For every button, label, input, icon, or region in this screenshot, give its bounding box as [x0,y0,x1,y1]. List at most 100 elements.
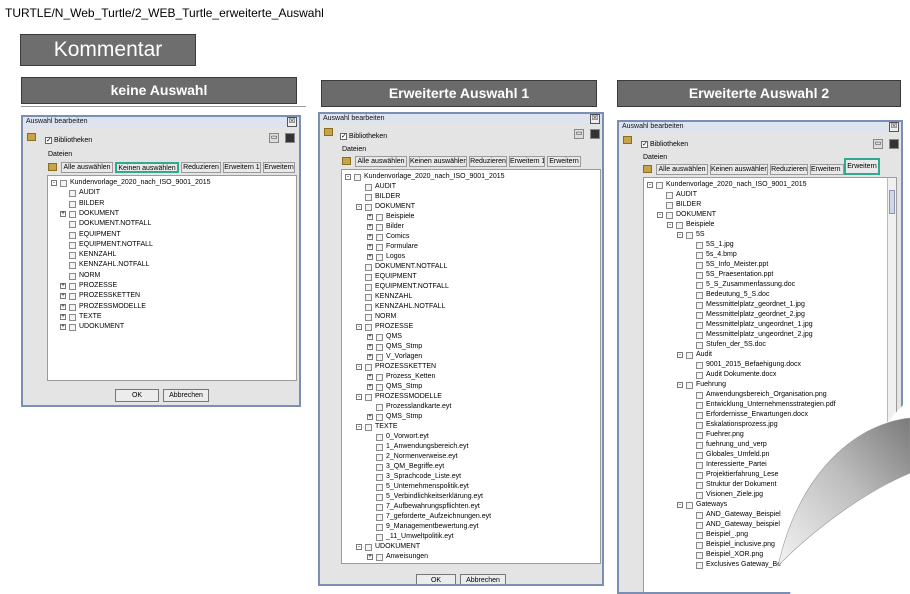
tree-checkbox[interactable] [686,502,693,509]
select-all-button[interactable]: Alle auswählen [656,164,708,175]
tree-checkbox[interactable] [696,442,703,449]
tree-checkbox[interactable] [376,434,383,441]
expand1-button[interactable]: Erweitern 1 [810,164,844,175]
close-icon[interactable]: ☒ [287,117,297,127]
expand-icon[interactable]: + [367,254,373,260]
collapse-icon[interactable]: - [647,182,653,188]
tree-checkbox[interactable] [376,554,383,561]
close-icon[interactable]: ☒ [590,114,600,124]
collapse-icon[interactable]: - [657,212,663,218]
collapse-icon[interactable]: - [51,180,57,186]
expand-button[interactable]: Erweitern [263,162,295,173]
save-icon[interactable] [590,129,600,139]
tree-checkbox[interactable] [376,254,383,261]
tree-checkbox[interactable] [69,190,76,198]
collapse-icon[interactable]: - [356,364,362,370]
tree-checkbox[interactable] [365,274,372,281]
tree-checkbox[interactable] [696,432,703,439]
tree-checkbox[interactable] [69,262,76,270]
tree-checkbox[interactable] [376,384,383,391]
collapse-icon[interactable]: - [667,222,673,228]
tree-checkbox[interactable] [696,392,703,399]
tree-checkbox[interactable] [365,284,372,291]
tree-checkbox[interactable] [696,452,703,459]
expand-icon[interactable]: + [60,324,66,331]
tree-checkbox[interactable] [666,192,673,199]
tree-checkbox[interactable] [376,344,383,351]
folder-open-icon[interactable]: ▭ [873,139,883,149]
tree-checkbox[interactable] [696,472,703,479]
select-all-button[interactable]: Alle auswählen [61,162,113,173]
expand-icon[interactable]: + [60,303,66,310]
collapse-icon[interactable]: - [356,394,362,400]
save-icon[interactable] [889,139,899,149]
bibliotheken-checkbox[interactable]: ✓ [641,141,648,148]
collapse-icon[interactable]: - [356,204,362,210]
expand-button[interactable]: Erweitern [844,158,880,175]
tree-checkbox[interactable] [365,314,372,321]
tree-checkbox[interactable] [365,294,372,301]
tree-checkbox[interactable] [376,514,383,521]
tree-checkbox[interactable] [666,212,673,219]
expand-icon[interactable]: + [60,210,66,217]
tree-checkbox[interactable] [365,184,372,191]
tree-checkbox[interactable] [696,342,703,349]
tree-checkbox[interactable] [696,332,703,339]
ok-button[interactable]: OK [115,389,159,402]
tree-checkbox[interactable] [376,504,383,511]
collapse-icon[interactable]: - [356,424,362,430]
tree-checkbox[interactable] [376,224,383,231]
tree-checkbox[interactable] [376,354,383,361]
tree-checkbox[interactable] [376,244,383,251]
tree-checkbox[interactable] [60,180,67,187]
tree-checkbox[interactable] [696,522,703,529]
tree-checkbox[interactable] [696,262,703,269]
expand1-button[interactable]: Erweitern 1 [509,156,545,167]
reduce-button[interactable]: Reduzieren [469,156,507,167]
tree-checkbox[interactable] [696,282,703,289]
tree-checkbox[interactable] [376,234,383,241]
expand-icon[interactable]: + [367,334,373,340]
collapse-icon[interactable]: - [677,382,683,388]
tree-checkbox[interactable] [656,182,663,189]
tree-checkbox[interactable] [376,464,383,471]
expand-icon[interactable]: + [60,313,66,320]
tree-checkbox[interactable] [376,334,383,341]
tree-checkbox[interactable] [376,404,383,411]
tree-checkbox[interactable] [69,324,76,332]
tree-checkbox[interactable] [696,482,703,489]
tree-checkbox[interactable] [376,534,383,541]
tree-checkbox[interactable] [365,424,372,431]
tree-checkbox[interactable] [696,542,703,549]
expand-icon[interactable]: + [367,234,373,240]
scrollbar-thumb[interactable] [889,190,895,214]
tree-checkbox[interactable] [666,202,673,209]
ok-button[interactable]: OK [416,574,456,584]
tree-checkbox[interactable] [376,454,383,461]
collapse-icon[interactable]: - [345,174,351,180]
expand-icon[interactable]: + [367,384,373,390]
collapse-icon[interactable]: - [356,544,362,550]
tree-checkbox[interactable] [686,232,693,239]
tree-checkbox[interactable] [69,272,76,280]
tree-checkbox[interactable] [696,552,703,559]
tree-checkbox[interactable] [69,210,76,218]
tree-checkbox[interactable] [696,362,703,369]
tree-checkbox[interactable] [696,412,703,419]
tree-checkbox[interactable] [376,474,383,481]
bibliotheken-checkbox[interactable]: ✓ [45,137,52,144]
expand-icon[interactable]: + [60,293,66,300]
tree-checkbox[interactable] [69,293,76,301]
expand-icon[interactable]: + [367,224,373,230]
tree-checkbox[interactable] [69,303,76,311]
bibliotheken-checkbox[interactable]: ✓ [340,133,347,140]
tree-checkbox[interactable] [365,194,372,201]
tree-checkbox[interactable] [354,174,361,181]
select-none-button[interactable]: Keinen auswählen [115,162,179,173]
folder-open-icon[interactable]: ▭ [269,133,279,143]
tree-checkbox[interactable] [696,292,703,299]
tree-checkbox[interactable] [376,524,383,531]
expand1-button[interactable]: Erweitern 1 [223,162,261,173]
tree-checkbox[interactable] [696,302,703,309]
select-none-button[interactable]: Keinen auswählen [710,164,768,175]
